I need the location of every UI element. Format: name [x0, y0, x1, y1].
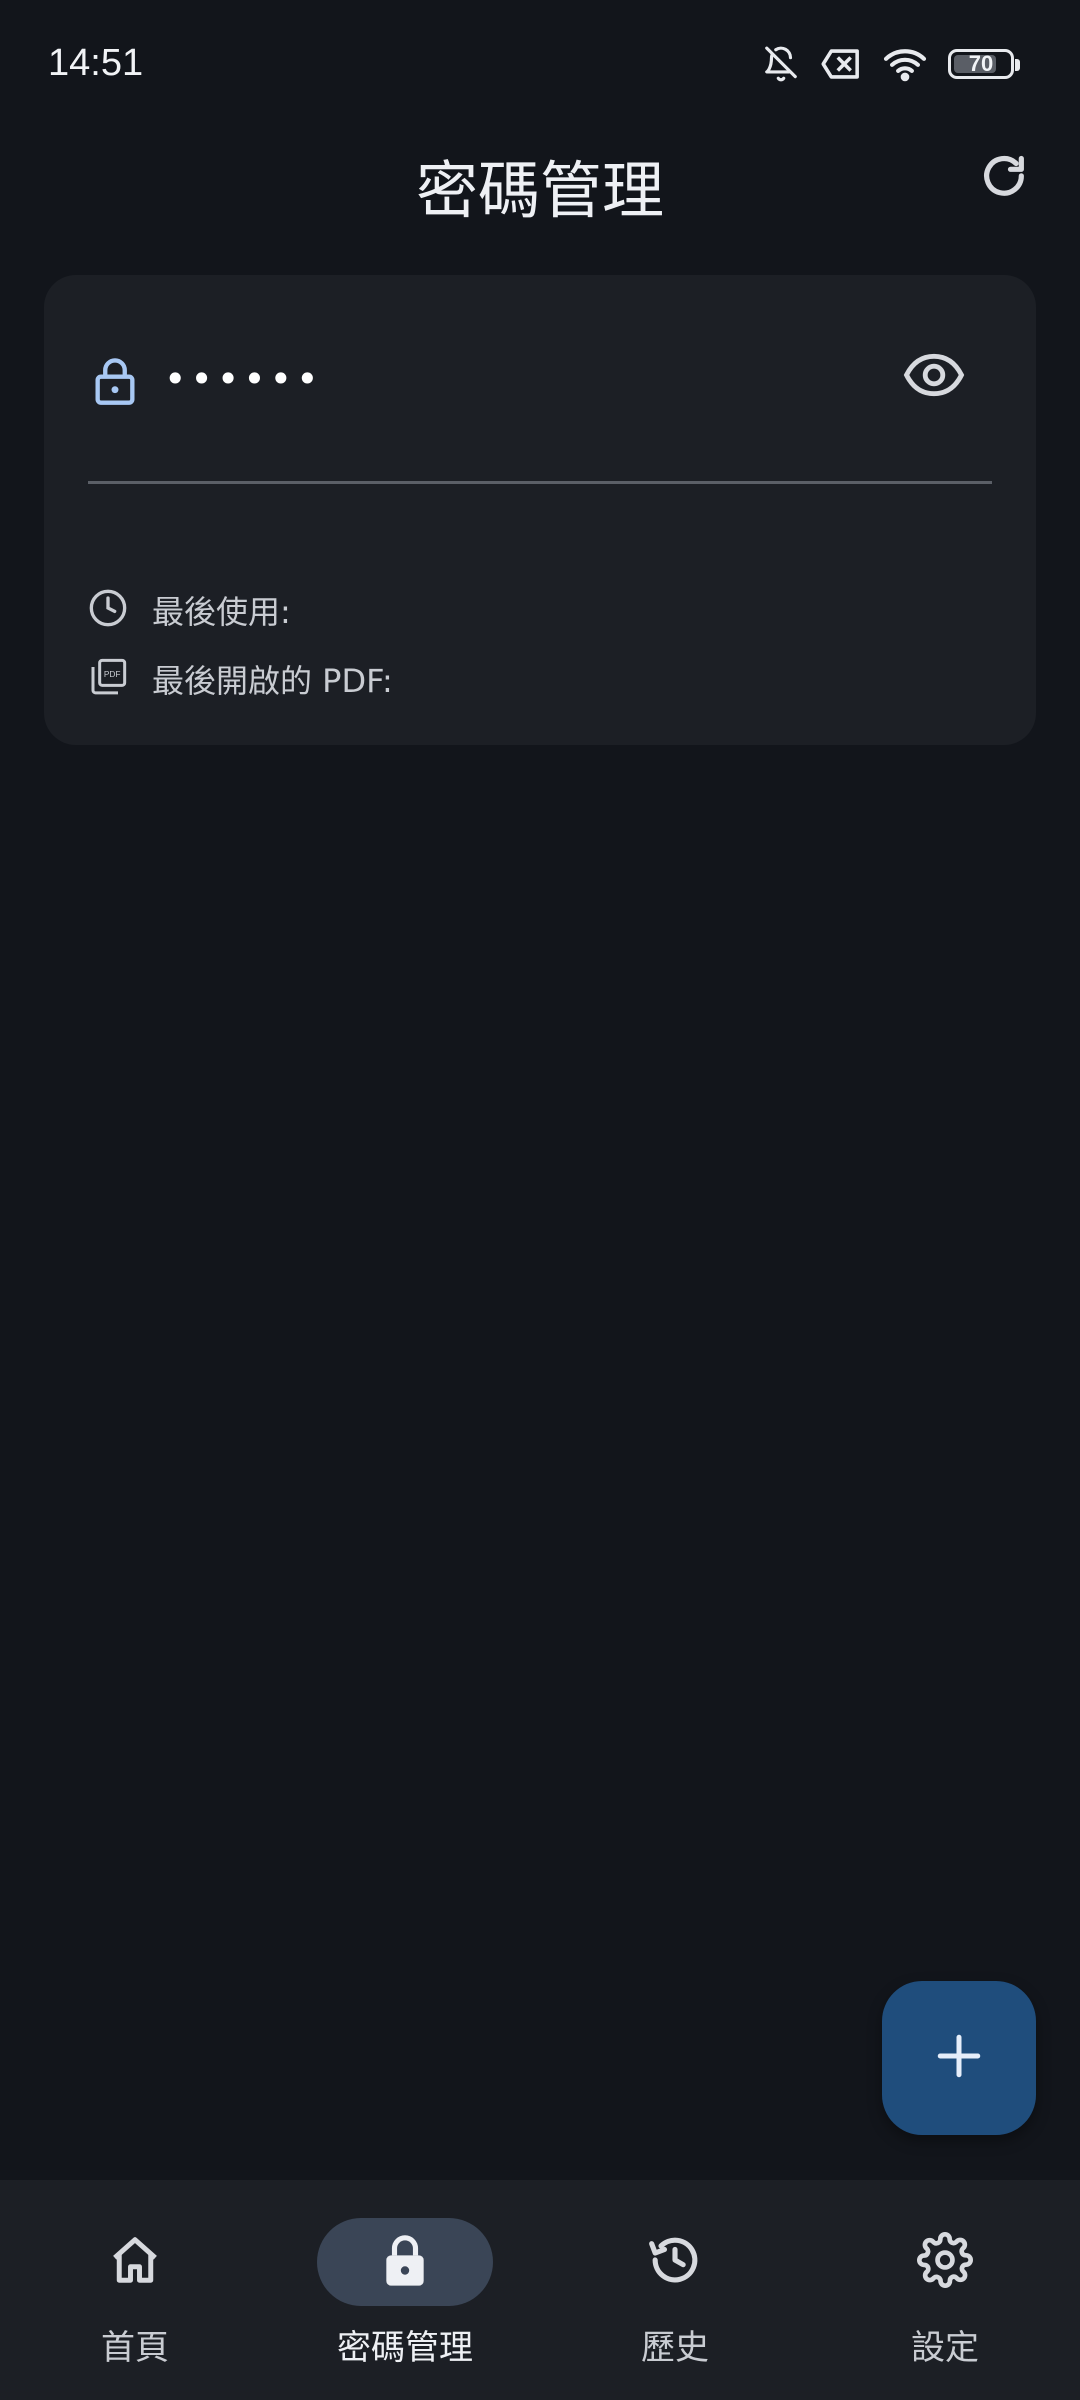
nav-icon-container: [587, 2218, 763, 2306]
password-field[interactable]: ••••••: [164, 357, 322, 401]
screen: 14:51 70 密碼管理 •••••• 最後使用: PDF 最後開啟的 PDF…: [0, 0, 1080, 2400]
lock-icon: [380, 2232, 430, 2292]
no-sim-icon: [820, 47, 862, 81]
history-icon: [647, 2232, 703, 2292]
battery-level: 70: [968, 51, 994, 76]
bell-off-icon: [762, 44, 800, 84]
lock-icon: [92, 355, 138, 411]
last-pdf-label: 最後開啟的 PDF:: [152, 662, 393, 700]
page-title: 密碼管理: [415, 154, 664, 227]
field-underline: [88, 481, 992, 484]
wifi-icon: [882, 45, 928, 83]
status-time: 14:51: [48, 42, 144, 84]
nav-label-password-manager: 密碼管理: [337, 2328, 473, 2368]
refresh-icon: [978, 152, 1030, 208]
refresh-button[interactable]: [964, 140, 1044, 220]
last-pdf-row: PDF 最後開啟的 PDF:: [88, 656, 393, 702]
gear-icon: [917, 2232, 973, 2292]
toggle-visibility-button[interactable]: [898, 347, 970, 407]
add-password-button[interactable]: [882, 1981, 1036, 2135]
nav-item-password-manager[interactable]: 密碼管理: [270, 2180, 540, 2400]
password-card[interactable]: •••••• 最後使用: PDF 最後開啟的 PDF:: [44, 275, 1036, 745]
bottom-navigation: 首頁 密碼管理 歷史 設定: [0, 2180, 1080, 2400]
home-icon: [108, 2233, 162, 2291]
nav-label-settings: 設定: [911, 2328, 979, 2368]
nav-icon-container: [47, 2218, 223, 2306]
nav-icon-container-active: [317, 2218, 493, 2306]
nav-icon-container: [857, 2218, 1033, 2306]
last-used-label: 最後使用:: [152, 593, 291, 631]
nav-item-history[interactable]: 歷史: [540, 2180, 810, 2400]
status-icons: 70: [762, 44, 1020, 84]
status-bar: 14:51 70: [0, 0, 1080, 130]
svg-text:PDF: PDF: [104, 669, 121, 679]
eye-icon: [903, 353, 965, 401]
clock-icon: [88, 588, 128, 632]
pdf-icon: PDF: [88, 657, 128, 701]
plus-icon: [934, 2031, 984, 2085]
nav-label-home: 首頁: [101, 2328, 169, 2368]
nav-item-home[interactable]: 首頁: [0, 2180, 270, 2400]
nav-item-settings[interactable]: 設定: [810, 2180, 1080, 2400]
last-used-row: 最後使用:: [88, 587, 291, 633]
battery-icon: 70: [948, 49, 1020, 79]
nav-label-history: 歷史: [641, 2328, 709, 2368]
